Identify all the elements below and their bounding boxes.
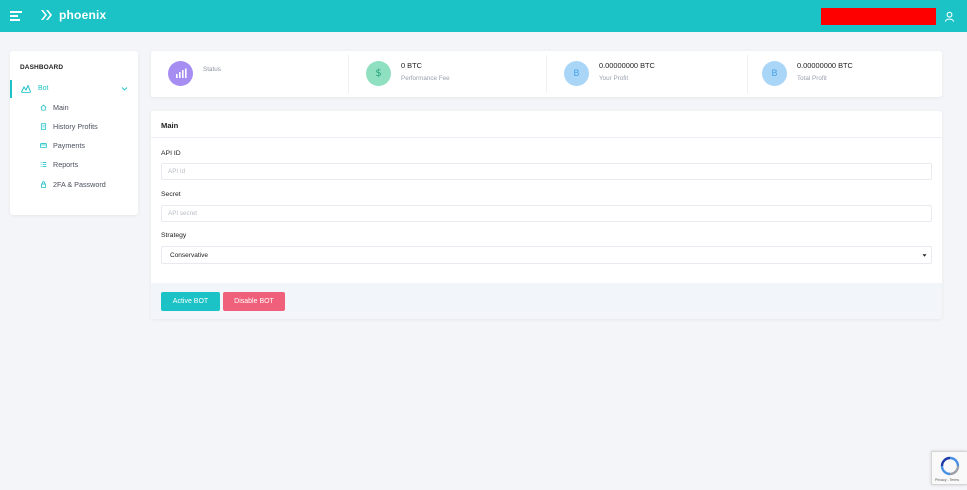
stat-total-profit-badge: B: [762, 61, 787, 86]
home-icon: [40, 104, 47, 111]
bitcoin-icon: B: [771, 68, 778, 79]
chart-area-icon: [21, 84, 31, 93]
stat-total-profit-value: 0.00000000 BTC: [797, 61, 853, 70]
api-id-input[interactable]: [161, 163, 932, 180]
sidebar-item-label: Payments: [53, 140, 85, 150]
secret-input[interactable]: [161, 205, 932, 222]
strategy-label: Strategy: [161, 232, 187, 239]
card-title: Main: [161, 121, 179, 130]
api-id-label: API ID: [161, 150, 181, 157]
stat-your-profit-value: 0.00000000 BTC: [599, 61, 655, 70]
brand-name: phoenix: [59, 8, 107, 22]
sidebar-heading: DASHBOARD: [20, 64, 64, 71]
document-icon: [40, 122, 47, 130]
stat-total-profit-label: Total Profit: [797, 75, 827, 82]
recaptcha-links[interactable]: Privacy - Terms: [935, 478, 959, 482]
disable-bot-button[interactable]: Disable BOT: [223, 292, 285, 311]
recaptcha-logo-icon: [940, 456, 960, 476]
user-icon[interactable]: [944, 11, 955, 22]
stat-divider: [348, 55, 349, 93]
sidebar-item-label: 2FA & Password: [53, 179, 106, 189]
strategy-select[interactable]: Conservative: [161, 246, 932, 264]
stat-your-profit-badge: B: [564, 61, 589, 86]
sidebar-item-payments[interactable]: Payments: [40, 139, 85, 151]
sidebar-item-history-profits[interactable]: History Profits: [40, 120, 98, 132]
chevron-down-icon: [121, 87, 128, 91]
sidebar-group-bot[interactable]: Bot: [10, 80, 138, 98]
active-bot-button[interactable]: Active BOT: [161, 292, 220, 311]
card-divider: [151, 137, 942, 138]
stat-fee-badge: $: [366, 61, 391, 86]
strategy-selected-value: Conservative: [170, 252, 208, 259]
bar-chart-icon: [175, 68, 187, 78]
card-footer: Active BOT Disable BOT: [151, 283, 942, 319]
active-indicator: [10, 80, 12, 98]
sidebar-item-label: History Profits: [53, 121, 98, 131]
main-form-card: Main API ID Secret Strategy Conservative…: [151, 111, 942, 319]
redacted-user-info: [821, 8, 936, 25]
stat-fee-value: 0 BTC: [401, 61, 422, 70]
sidebar: DASHBOARD Bot Main History Profits Payme…: [10, 51, 138, 215]
brand-logo[interactable]: phoenix: [40, 8, 106, 22]
bitcoin-icon: B: [573, 68, 580, 79]
phoenix-logo-icon: [41, 10, 52, 20]
stat-your-profit-label: Your Profit: [599, 75, 629, 82]
secret-label: Secret: [161, 191, 181, 198]
sidebar-item-main[interactable]: Main: [40, 101, 69, 113]
stat-status-badge: [168, 61, 193, 86]
lock-icon: [41, 180, 46, 188]
stat-status-label: Status: [203, 66, 221, 73]
stat-divider: [747, 55, 748, 93]
list-icon: [40, 161, 47, 167]
stat-fee-label: Performance Fee: [401, 75, 450, 82]
sidebar-item-reports[interactable]: Reports: [40, 158, 78, 170]
stats-panel: Status $ 0 BTC Performance Fee B 0.00000…: [151, 51, 942, 97]
caret-down-icon: [922, 254, 927, 257]
dollar-icon: $: [375, 68, 382, 79]
menu-toggle-icon[interactable]: [10, 11, 22, 21]
credit-card-icon: [40, 142, 47, 148]
sidebar-item-label: Main: [53, 102, 69, 112]
top-navbar: phoenix: [0, 0, 967, 32]
sidebar-item-2fa-password[interactable]: 2FA & Password: [40, 178, 106, 190]
recaptcha-badge[interactable]: Privacy - Terms: [931, 451, 967, 485]
sidebar-item-label: Reports: [53, 159, 79, 169]
sidebar-group-label: Bot: [38, 85, 49, 92]
stat-divider: [546, 55, 547, 93]
